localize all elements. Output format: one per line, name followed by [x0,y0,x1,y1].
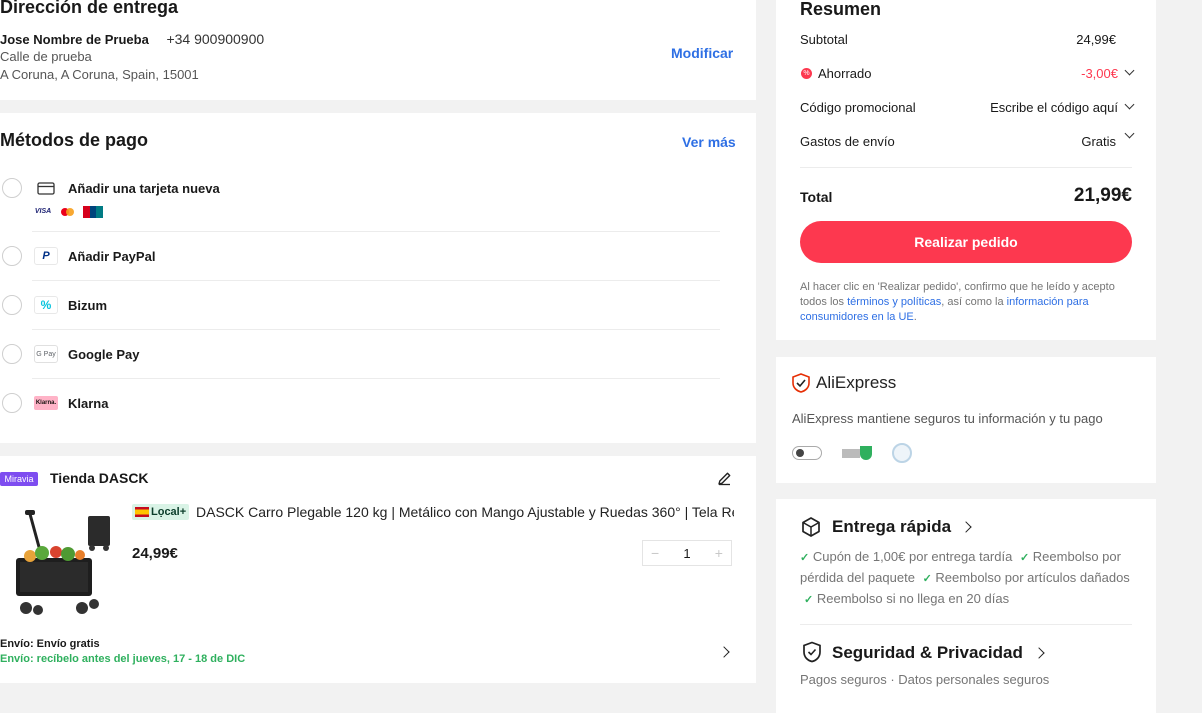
promo-input[interactable]: Escribe el código aquí [990,100,1118,115]
paypal-radio[interactable] [2,246,22,266]
spain-flag-icon [135,507,149,517]
summary-card: Resumen Subtotal 24,99€ % Ahorrado -3,00… [776,0,1156,340]
summary-title: Resumen [800,0,882,19]
shipping-chevron-icon[interactable] [718,646,730,658]
address-contact: Jose Nombre de Prueba +34 900900900 [0,31,264,47]
modify-address-link[interactable]: Modificar [671,45,733,61]
edit-icon[interactable] [717,471,732,491]
card-icon [34,179,58,197]
shield-icon [802,641,822,668]
card-brands: VISA [33,206,104,218]
product-image[interactable] [8,506,114,620]
subtotal-label: Subtotal [800,32,848,47]
paypal-label: Añadir PayPal [68,249,156,264]
quantity-value[interactable]: 1 [683,546,690,561]
total-value: 21,99€ [1073,185,1132,206]
address-card: Dirección de entrega Jose Nombre de Prue… [0,0,756,100]
store-card: Miravia Tienda DASCK Lọcal+ DASCK Carro … [0,456,756,683]
unionpay-icon [83,206,104,218]
address-line1: Calle de prueba [0,49,92,64]
bizum-icon: % [34,296,58,314]
security-chevron-icon[interactable] [1033,647,1045,659]
box-icon [800,516,822,543]
promo-label: Código promocional [800,100,916,115]
store-name[interactable]: Tienda DASCK [50,470,149,486]
promo-chevron-down-icon[interactable] [1124,99,1135,110]
saved-chevron-down-icon[interactable] [1124,65,1135,76]
saved-label: Ahorrado [818,66,872,81]
shipping-cost-label: Gastos de envío [800,134,895,149]
googlepay-icon: G Pay [34,345,58,363]
card-radio[interactable] [2,178,22,198]
klarna-label: Klarna [68,396,109,411]
quantity-decrease-button[interactable]: − [651,545,659,561]
fast-delivery-title[interactable]: Entrega rápida [832,517,951,537]
terms-link[interactable]: términos y políticas [847,296,941,308]
pci-badge-icon [792,446,822,460]
shield-check-icon [792,373,810,398]
place-order-label: Realizar pedido [914,234,1018,250]
total-label: Total [800,189,833,205]
legal-part2: , así como la [941,296,1007,308]
payment-title: Métodos de pago [0,130,148,150]
local-badge-text: Lọcal+ [151,506,187,518]
check-icon: ✓ [804,594,814,606]
recipient-phone: +34 900900900 [166,31,265,47]
address-title: Dirección de entrega [0,0,179,17]
bizum-radio[interactable] [2,295,22,315]
aliexpress-logo: AliExpress [816,373,897,392]
benefit-item: Reembolso por artículos dañados [935,570,1130,585]
divider [32,378,720,379]
saved-value[interactable]: -3,00€ [1081,66,1118,81]
subtotal-value: 24,99€ [1076,32,1116,47]
quantity-stepper: − 1 + [642,540,732,566]
check-icon: ✓ [922,573,932,585]
shipping-info: Envío: Envío gratis [0,638,100,650]
security-badge-icon [842,446,872,460]
divider [32,280,720,281]
divider [32,231,720,232]
check-icon: ✓ [800,552,810,564]
benefit-item: Cupón de 1,00€ por entrega tardía [812,549,1013,564]
benefits-card: Entrega rápida ✓ Cupón de 1,00€ por entr… [776,499,1156,713]
card-label: Añadir una tarjeta nueva [68,181,220,196]
security-title[interactable]: Seguridad & Privacidad [832,643,1023,663]
certification-badge-icon [892,443,912,463]
divider [32,329,720,330]
mastercard-icon [58,206,78,218]
quantity-increase-button[interactable]: + [715,545,723,561]
visa-icon: VISA [34,208,52,215]
recipient-name: Jose Nombre de Prueba [0,32,149,47]
divider [800,624,1132,625]
benefit-item: Reembolso si no llega en 20 días [816,591,1010,606]
security-text: Pagos seguros · Datos personales seguros [800,672,1050,687]
fast-delivery-chevron-icon[interactable] [960,521,972,533]
trust-card: AliExpress AliExpress mantiene seguros t… [776,357,1156,483]
googlepay-label: Google Pay [68,347,140,362]
miravia-badge: Miravia [0,472,38,486]
googlepay-radio[interactable] [2,344,22,364]
trust-badges [792,443,912,463]
shipping-cost-value[interactable]: Gratis [1081,134,1116,149]
address-line2: A Coruna, A Coruna, Spain, 15001 [0,67,199,82]
local-badge: Lọcal+ [132,504,190,520]
product-title[interactable]: DASCK Carro Plegable 120 kg | Metálico c… [196,504,734,520]
benefits-list: ✓ Cupón de 1,00€ por entrega tardía ✓ Re… [800,547,1140,610]
paypal-icon: P [34,247,58,265]
legal-text: Al hacer clic en 'Realizar pedido', conf… [800,280,1136,325]
trust-text: AliExpress mantiene seguros tu informaci… [792,411,1103,426]
product-price: 24,99€ [132,545,178,562]
klarna-icon: Klarna. [34,396,58,410]
bizum-label: Bizum [68,298,107,313]
payment-card: Métodos de pago Ver más Añadir una tarje… [0,113,756,443]
shipping-chevron-down-icon[interactable] [1124,128,1135,139]
place-order-button[interactable]: Realizar pedido [800,221,1132,263]
saved-icon: % [801,68,812,79]
legal-part3: . [913,311,917,323]
divider [800,167,1132,168]
see-more-link[interactable]: Ver más [682,134,736,150]
check-icon: ✓ [1019,552,1030,564]
klarna-radio[interactable] [2,393,22,413]
delivery-estimate: Envío: recíbelo antes del jueves, 17 - 1… [0,653,246,665]
